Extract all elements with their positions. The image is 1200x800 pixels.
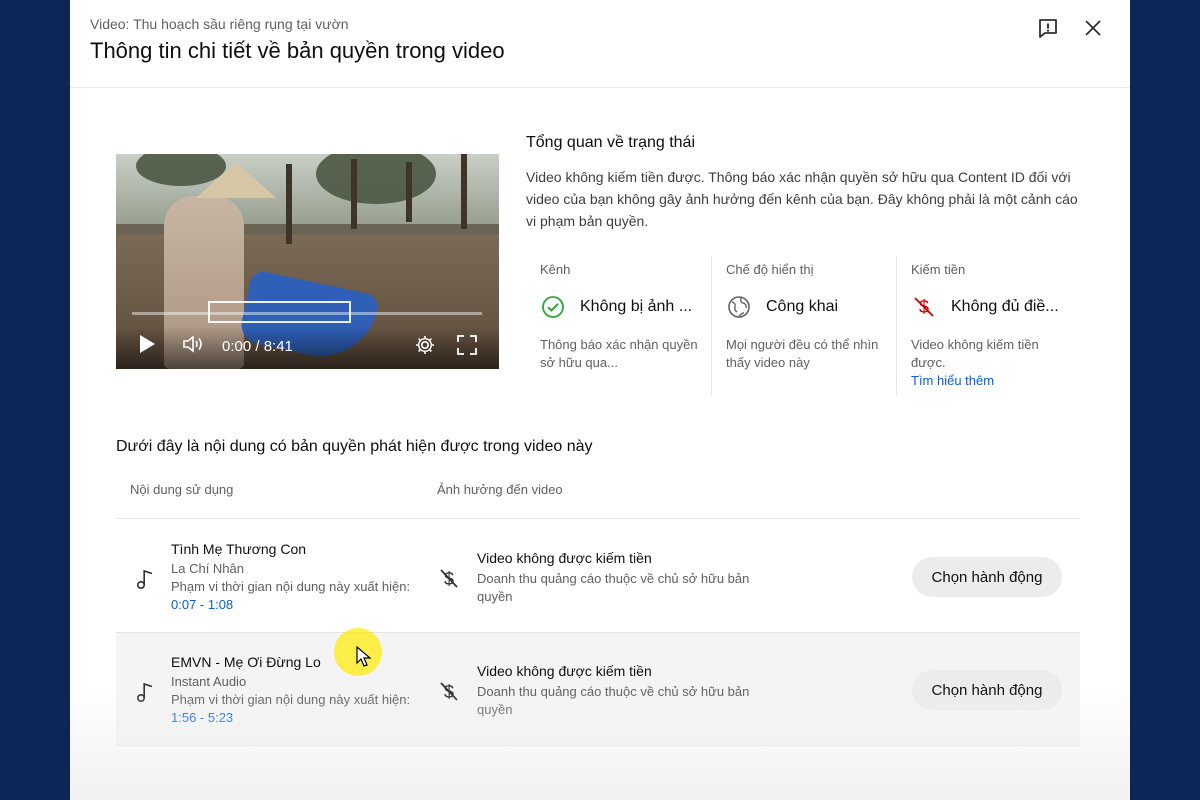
- claim-title: EMVN - Mẹ Ơi Đừng Lo: [171, 654, 321, 670]
- status-column-monetization: Kiếm tiền $ Không đủ điề... Video không …: [896, 256, 1086, 396]
- column-header-impact: Ảnh hưởng đến video: [437, 482, 563, 497]
- scrub-highlight: [208, 301, 351, 323]
- status-column-label: Chế độ hiển thị: [726, 262, 814, 277]
- player-controls-bar: [116, 326, 499, 369]
- video-title-subtitle: Video: Thu hoạch sầu riêng rụng tại vườn: [90, 16, 349, 32]
- status-column-label: Kiếm tiền: [911, 262, 966, 277]
- claim-range-label: Phạm vi thời gian nội dung này xuất hiện…: [171, 579, 411, 594]
- check-circle-icon: [540, 294, 566, 320]
- claim-range-link[interactable]: 0:07 - 1:08: [171, 597, 233, 612]
- table-divider: [116, 518, 1080, 519]
- mouse-cursor-icon: [356, 645, 372, 673]
- close-button[interactable]: [1077, 12, 1109, 44]
- claim-range-label: Phạm vi thời gian nội dung này xuất hiện…: [171, 692, 411, 707]
- status-column-value: Công khai: [766, 298, 839, 315]
- video-frame-tree: [351, 159, 357, 229]
- demonetized-icon: $: [438, 566, 460, 595]
- choose-action-button[interactable]: Chọn hành động: [912, 557, 1062, 597]
- player-time: 0:00 / 8:41: [222, 338, 293, 355]
- fullscreen-button[interactable]: [456, 334, 478, 361]
- status-column-description: Thông báo xác nhận quyền sở hữu qua...: [540, 337, 698, 370]
- globe-icon: [726, 294, 752, 320]
- music-note-icon: [136, 568, 154, 595]
- dialog-header: Video: Thu hoạch sầu riêng rụng tại vườn…: [70, 0, 1130, 88]
- learn-more-link[interactable]: Tìm hiểu thêm: [911, 373, 994, 388]
- music-note-icon: [136, 681, 154, 708]
- claim-artist: La Chí Nhân: [171, 561, 244, 576]
- feedback-button[interactable]: [1032, 12, 1064, 44]
- gear-icon: [416, 336, 434, 354]
- status-columns: Kênh Không bị ảnh ... Thông báo xác nhận…: [526, 256, 1086, 396]
- video-frame-tree: [286, 164, 292, 244]
- status-column-channel: Kênh Không bị ảnh ... Thông báo xác nhận…: [526, 256, 711, 396]
- status-overview-title: Tổng quan về trạng thái: [526, 134, 696, 151]
- feedback-icon: [1039, 19, 1057, 38]
- status-column-value: Không bị ảnh ...: [580, 298, 693, 315]
- copyright-dialog: Video: Thu hoạch sầu riêng rụng tại vườn…: [70, 0, 1130, 800]
- claim-artist: Instant Audio: [171, 674, 247, 689]
- video-frame-tree: [406, 162, 412, 222]
- status-column-description: Video không kiếm tiền được.: [911, 337, 1039, 370]
- play-button[interactable]: [138, 334, 156, 359]
- demonetized-icon: $: [911, 294, 937, 320]
- status-column-visibility: Chế độ hiển thị Công khai Mọi người đều …: [711, 256, 896, 396]
- close-icon: [1085, 20, 1101, 36]
- table-row: EMVN - Mẹ Ơi Đừng Lo Instant Audio Phạm …: [116, 633, 1080, 745]
- claims-section-title: Dưới đây là nội dung có bản quyền phát h…: [116, 438, 593, 455]
- status-overview-description: Video không kiếm tiền được. Thông báo xá…: [526, 169, 1078, 229]
- table-divider: [116, 745, 1080, 746]
- column-header-content: Nội dung sử dụng: [130, 482, 234, 497]
- impact-title: Video không được kiếm tiền: [477, 550, 652, 566]
- demonetized-icon: $: [438, 679, 460, 708]
- volume-button[interactable]: [182, 334, 206, 359]
- fullscreen-icon: [457, 335, 477, 355]
- choose-action-button[interactable]: Chọn hành động: [912, 670, 1062, 710]
- impact-description: Doanh thu quảng cáo thuộc về chủ sở hữu …: [477, 571, 750, 604]
- settings-button[interactable]: [414, 334, 436, 361]
- impact-description: Doanh thu quảng cáo thuộc về chủ sở hữu …: [477, 684, 750, 717]
- volume-icon: [183, 335, 202, 353]
- status-column-description: Mọi người đều có thể nhìn thấy video này: [726, 337, 879, 370]
- claim-title: Tình Mẹ Thương Con: [171, 541, 307, 557]
- dialog-title: Thông tin chi tiết về bản quyền trong vi…: [90, 38, 505, 63]
- impact-title: Video không được kiếm tiền: [477, 663, 652, 679]
- status-column-value: Không đủ điề...: [951, 298, 1059, 315]
- table-row: Tình Mẹ Thương Con La Chí Nhân Phạm vi t…: [116, 520, 1080, 632]
- claim-range-link[interactable]: 1:56 - 5:23: [171, 710, 233, 725]
- video-frame-hat: [196, 162, 276, 198]
- play-icon: [140, 335, 155, 353]
- video-frame-tree: [461, 154, 467, 229]
- status-column-label: Kênh: [540, 262, 571, 277]
- video-player[interactable]: 0:00 / 8:41: [116, 154, 499, 369]
